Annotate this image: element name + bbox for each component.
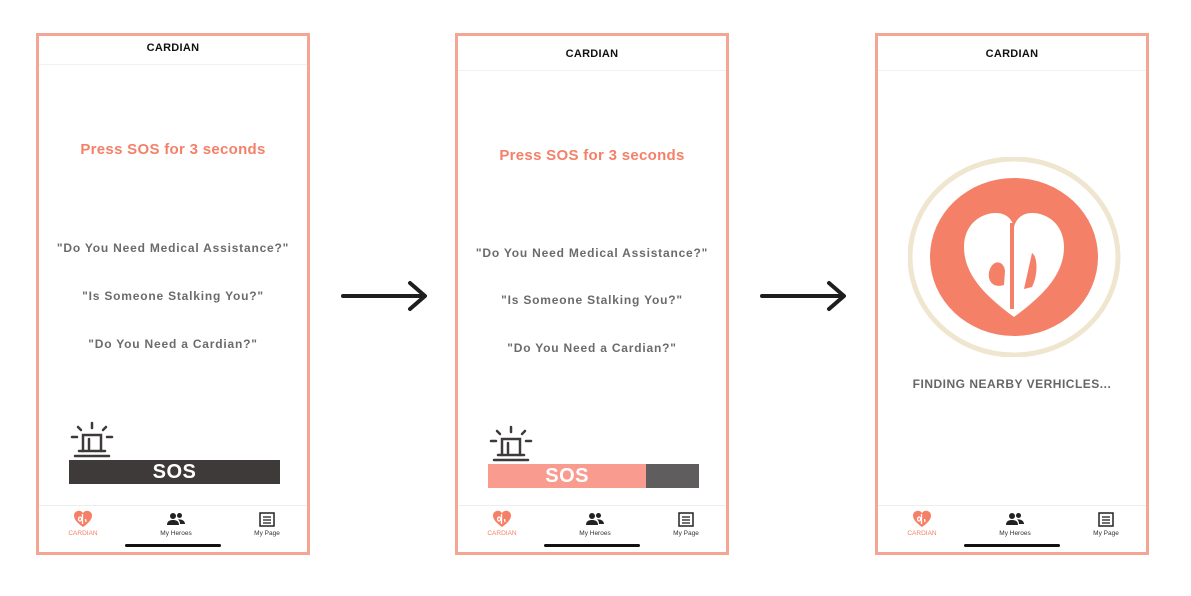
cardian-logo-icon [908, 157, 1121, 357]
sos-label: SOS [545, 464, 589, 487]
people-icon [586, 513, 604, 525]
right-arrow-icon [760, 281, 846, 311]
siren-icon [70, 421, 114, 458]
tab-my-page[interactable]: My Page [656, 510, 716, 537]
home-indicator[interactable] [125, 544, 221, 547]
tab-my-heroes[interactable]: My Heroes [985, 510, 1045, 537]
question-cardian: "Do You Need a Cardian?" [507, 341, 677, 355]
app-header: CARDIAN [878, 36, 1146, 71]
question-stalking: "Is Someone Stalking You?" [501, 293, 683, 307]
cardian-heart-icon [913, 510, 931, 527]
tab-bar: CARDIAN My Heroes My Page [878, 505, 1146, 552]
phone-screen-2: CARDIAN Press SOS for 3 seconds "Do You … [455, 33, 729, 555]
tab-my-page-label: My Page [673, 530, 699, 537]
tab-my-page-label: My Page [254, 530, 280, 537]
phone-screen-1: CARDIAN Press SOS for 3 seconds "Do You … [36, 33, 310, 555]
sos-button[interactable]: SOS [69, 460, 280, 484]
siren-icon [489, 425, 533, 462]
tab-bar: CARDIAN My Heroes My Page [458, 505, 726, 552]
tab-cardian-label: CARDIAN [907, 530, 937, 537]
list-page-icon [678, 511, 694, 527]
home-indicator[interactable] [544, 544, 640, 547]
sos-label: SOS [152, 460, 197, 483]
sos-button[interactable]: SOS [488, 464, 699, 488]
phone-screen-3: CARDIAN FINDING NEARBY VERHICLES... CARD… [875, 33, 1149, 555]
tab-my-heroes[interactable]: My Heroes [565, 510, 625, 537]
question-cardian: "Do You Need a Cardian?" [88, 337, 258, 351]
app-header: CARDIAN [39, 36, 307, 65]
sos-instruction: Press SOS for 3 seconds [499, 147, 685, 164]
list-page-icon [259, 511, 275, 527]
list-page-icon [1098, 511, 1114, 527]
tab-cardian-label: CARDIAN [68, 530, 98, 537]
question-stalking: "Is Someone Stalking You?" [82, 289, 264, 303]
tab-bar: CARDIAN My Heroes My Page [39, 505, 307, 552]
app-title: CARDIAN [146, 42, 200, 54]
sos-progress-fill: SOS [488, 464, 647, 488]
tab-my-page[interactable]: My Page [237, 510, 297, 537]
tab-my-heroes-label: My Heroes [160, 530, 192, 537]
app-title: CARDIAN [985, 48, 1039, 60]
people-icon [167, 513, 185, 525]
tab-my-page[interactable]: My Page [1076, 510, 1136, 537]
people-icon [1006, 513, 1024, 525]
tab-cardian-label: CARDIAN [487, 530, 517, 537]
tab-my-heroes-label: My Heroes [999, 530, 1031, 537]
tab-my-page-label: My Page [1093, 530, 1119, 537]
tab-my-heroes-label: My Heroes [579, 530, 611, 537]
app-header: CARDIAN [458, 36, 726, 71]
question-medical: "Do You Need Medical Assistance?" [56, 241, 290, 255]
tab-cardian[interactable]: CARDIAN [472, 510, 532, 537]
app-title: CARDIAN [565, 48, 619, 60]
cardian-heart-icon [493, 510, 511, 527]
right-arrow-icon [341, 281, 427, 311]
home-indicator[interactable] [964, 544, 1060, 547]
tab-cardian[interactable]: CARDIAN [53, 510, 113, 537]
cardian-heart-icon [74, 510, 92, 527]
question-medical: "Do You Need Medical Assistance?" [475, 246, 709, 260]
tab-my-heroes[interactable]: My Heroes [146, 510, 206, 537]
status-text: FINDING NEARBY VERHICLES... [912, 377, 1112, 391]
tab-cardian[interactable]: CARDIAN [892, 510, 952, 537]
sos-instruction: Press SOS for 3 seconds [80, 141, 266, 158]
